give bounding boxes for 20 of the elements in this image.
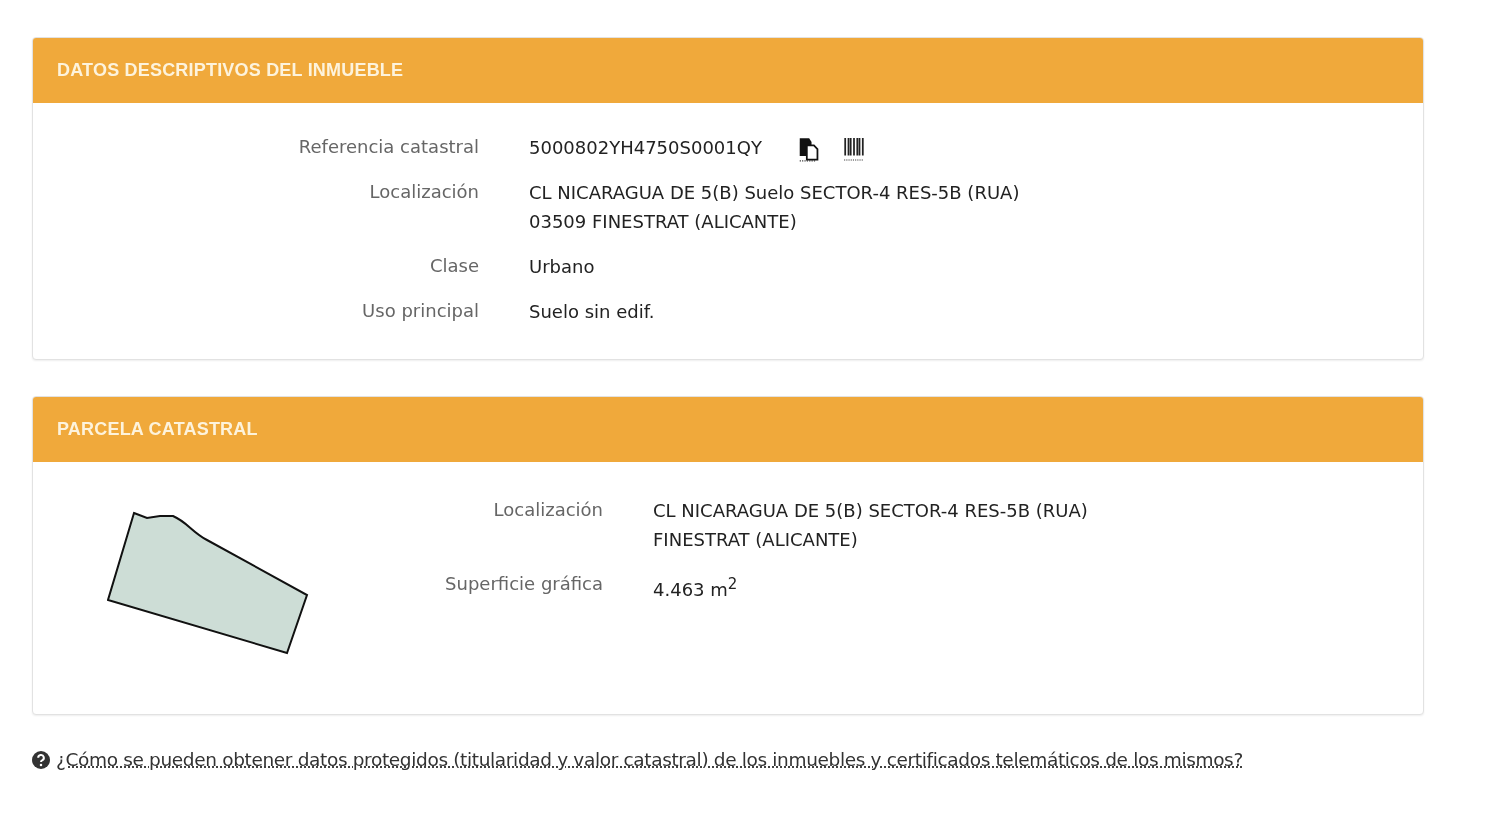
barcode-icon[interactable]	[843, 136, 865, 162]
field-label: Clase	[428, 254, 479, 278]
copy-icon[interactable]	[797, 136, 819, 162]
field-value: CL NICARAGUA DE 5(B) Suelo SECTOR-4 RES-5B (RUA)	[529, 181, 1020, 205]
field-label: Referencia catastral	[297, 135, 479, 159]
help-icon	[32, 750, 50, 769]
field-label: Localización	[492, 498, 603, 522]
panel-title: PARCELA CATASTRAL	[57, 419, 258, 440]
field-label: Superficie gráfica	[444, 572, 603, 596]
field-value: Suelo sin edif.	[529, 300, 655, 324]
field-value: Urbano	[529, 255, 595, 279]
field-value: CL NICARAGUA DE 5(B) SECTOR-4 RES-5B (RUA)	[653, 499, 1088, 523]
field-value: 5000802YH4750S0001QY	[529, 136, 762, 160]
field-label: Uso principal	[361, 299, 479, 323]
panel-title: DATOS DESCRIPTIVOS DEL INMUEBLE	[57, 60, 404, 81]
field-value: 4.463 m$^{2}$	[653, 574, 738, 602]
help-link[interactable]: ¿Cómo se pueden obtener datos protegidos (titularidad y valor catastral) de los inmuebles y certificados telemáticos de los mismos?	[56, 749, 1243, 770]
field-label: Localización	[368, 180, 479, 204]
field-value: 03509 FINESTRAT (ALICANTE)	[529, 210, 797, 234]
field-value: FINESTRAT (ALICANTE)	[653, 528, 858, 552]
